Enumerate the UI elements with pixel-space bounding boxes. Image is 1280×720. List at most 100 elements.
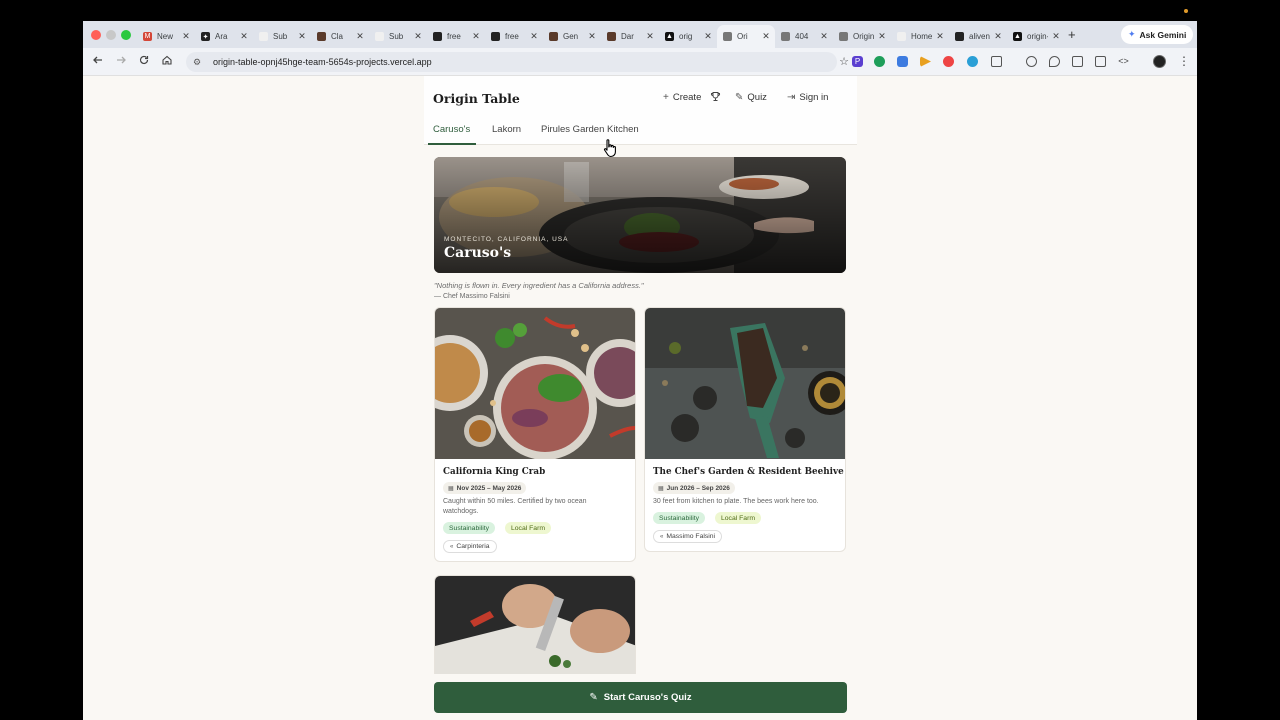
new-tab-button[interactable]: + [1068, 27, 1076, 42]
source-name: Massimo Falsini [666, 533, 716, 540]
tab-favicon-icon: M [143, 32, 152, 41]
brand-logo[interactable]: Origin Table [433, 91, 520, 106]
tab-close-icon[interactable]: ✕ [761, 31, 771, 42]
browser-tab[interactable]: Gen ✕ [543, 25, 601, 48]
tab-pirules-garden-kitchen[interactable]: Pirules Garden Kitchen [541, 124, 639, 135]
tab-close-icon[interactable]: ✕ [413, 31, 423, 42]
extension-red-icon[interactable] [943, 56, 954, 67]
tab-close-icon[interactable]: ✕ [703, 31, 713, 42]
tab-close-icon[interactable]: ✕ [877, 31, 887, 42]
sign-in-link[interactable]: ⇥ Sign in [787, 92, 828, 103]
browser-tab[interactable]: Origin T✕ [833, 25, 891, 48]
browser-tab[interactable]: 404 ✕ [775, 25, 833, 48]
sign-in-label: Sign in [799, 92, 829, 103]
code-brackets-icon[interactable]: <> [1118, 56, 1129, 67]
extension-cyan-icon[interactable] [967, 56, 978, 67]
extension-blue-icon[interactable] [897, 56, 908, 67]
browser-tab[interactable]: Sub ✕ [253, 25, 311, 48]
tab-favicon-icon [955, 32, 964, 41]
ingredient-card[interactable] [434, 575, 636, 674]
reload-button[interactable] [137, 54, 151, 68]
password-key-icon[interactable] [1026, 56, 1037, 67]
create-link[interactable]: + Create [663, 92, 701, 103]
site-settings-icon[interactable]: ⚙ [193, 57, 205, 68]
browser-tab[interactable]: free ✕ [427, 25, 485, 48]
tab-lakorn[interactable]: Lakorn [492, 124, 521, 135]
chef-quote-attribution: — Chef Massimo Falsini [434, 293, 510, 300]
quiz-link[interactable]: ✎ Quiz [735, 92, 767, 103]
chef-chopping-photo [435, 576, 635, 674]
tab-close-icon[interactable]: ✕ [1051, 31, 1061, 42]
tab-close-icon[interactable]: ✕ [935, 31, 945, 42]
browser-tab[interactable]: Home |✕ [891, 25, 949, 48]
tab-close-icon[interactable]: ✕ [239, 31, 249, 42]
address-bar[interactable]: ⚙ origin-table-opnj45hge-team-5654s-proj… [186, 52, 849, 72]
app-header: Origin Table + Create ✎ Quiz ⇥ Sign in C… [424, 76, 857, 145]
tab-favicon-icon [549, 32, 558, 41]
forward-button[interactable] [114, 54, 128, 68]
source-chip[interactable]: « Carpinteria [443, 540, 497, 553]
browser-tab[interactable]: ✦ Ara ✕ [195, 25, 253, 48]
card-title: California King Crab [443, 467, 546, 477]
gemini-sparkle-icon: ✦ [1128, 29, 1136, 39]
browser-tab[interactable]: ▲ orig ✕ [659, 25, 717, 48]
browser-tab[interactable]: Sub ✕ [369, 25, 427, 48]
sign-in-icon: ⇥ [787, 92, 796, 103]
close-window-button[interactable] [91, 30, 101, 40]
extensions-puzzle-icon[interactable] [991, 56, 1002, 67]
tab-close-icon[interactable]: ✕ [529, 31, 539, 42]
tab-close-icon[interactable]: ✕ [355, 31, 365, 42]
browser-tab[interactable]: free ✕ [485, 25, 543, 48]
cast-icon[interactable] [1095, 56, 1106, 67]
garden-trowel-photo [645, 308, 845, 459]
tab-label: Home | [911, 32, 932, 41]
date-range: Nov 2025 – May 2026 [456, 484, 522, 492]
ingredient-card[interactable]: The Chef's Garden & Resident Beehive ▦ J… [644, 307, 846, 552]
pencil-icon: ✎ [735, 92, 744, 103]
extension-play-icon[interactable] [920, 56, 931, 67]
hero-banner: MONTECITO, CALIFORNIA, USA Caruso's [434, 157, 846, 273]
tab-label: Gen [563, 32, 579, 41]
tab-close-icon[interactable]: ✕ [645, 31, 655, 42]
tab-label: alivenk [969, 32, 990, 41]
tab-close-icon[interactable]: ✕ [181, 31, 191, 42]
browser-tab[interactable]: Cla ✕ [311, 25, 369, 48]
tab-label: free [505, 32, 519, 41]
tab-close-icon[interactable]: ✕ [471, 31, 481, 42]
profile-avatar[interactable] [1153, 55, 1166, 68]
browser-tab[interactable]: alivenk✕ [949, 25, 1007, 48]
tab-favicon-icon [781, 32, 790, 41]
browser-menu-icon[interactable]: ⋮ [1178, 54, 1190, 68]
extension-purple-icon[interactable]: P [852, 56, 863, 67]
tab-close-icon[interactable]: ✕ [587, 31, 597, 42]
tab-label: Ara [215, 32, 228, 41]
app-column: Origin Table + Create ✎ Quiz ⇥ Sign in C… [424, 76, 857, 720]
minimize-window-button[interactable] [106, 30, 116, 40]
ask-gemini-button[interactable]: ✦ Ask Gemini [1121, 25, 1193, 44]
home-button[interactable] [160, 54, 174, 68]
browser-tab[interactable]: Dar ✕ [601, 25, 659, 48]
browser-tab[interactable]: M New ✕ [137, 25, 195, 48]
maximize-window-button[interactable] [121, 30, 131, 40]
tab-close-icon[interactable]: ✕ [819, 31, 829, 42]
date-range: Jun 2026 – Sep 2026 [666, 484, 730, 492]
browser-tab[interactable]: ▲ origin-t✕ [1007, 25, 1065, 48]
location-pin-icon[interactable] [1049, 56, 1060, 67]
date-range-chip: ▦ Jun 2026 – Sep 2026 [653, 482, 735, 494]
restaurant-tabs: Caruso's Lakorn Pirules Garden Kitchen [424, 122, 857, 145]
trophy-link[interactable] [710, 91, 721, 102]
extension-green-icon[interactable] [874, 56, 885, 67]
star-list-icon[interactable] [1072, 56, 1083, 67]
url-text: origin-table-opnj45hge-team-5654s-projec… [213, 57, 432, 67]
tab-close-icon[interactable]: ✕ [993, 31, 1003, 42]
hero-title: Caruso's [444, 245, 512, 261]
start-quiz-button[interactable]: ✎ Start Caruso's Quiz [434, 682, 847, 713]
back-button[interactable] [91, 54, 105, 68]
source-chip[interactable]: « Massimo Falsini [653, 530, 723, 543]
ingredient-card[interactable]: California King Crab ▦ Nov 2025 – May 20… [434, 307, 636, 562]
tab-carusos[interactable]: Caruso's [433, 124, 470, 135]
tab-label: Cla [331, 32, 344, 41]
tab-close-icon[interactable]: ✕ [297, 31, 307, 42]
browser-tab[interactable]: Ori ✕ [717, 25, 775, 48]
bookmark-star-icon[interactable]: ☆ [839, 55, 849, 68]
